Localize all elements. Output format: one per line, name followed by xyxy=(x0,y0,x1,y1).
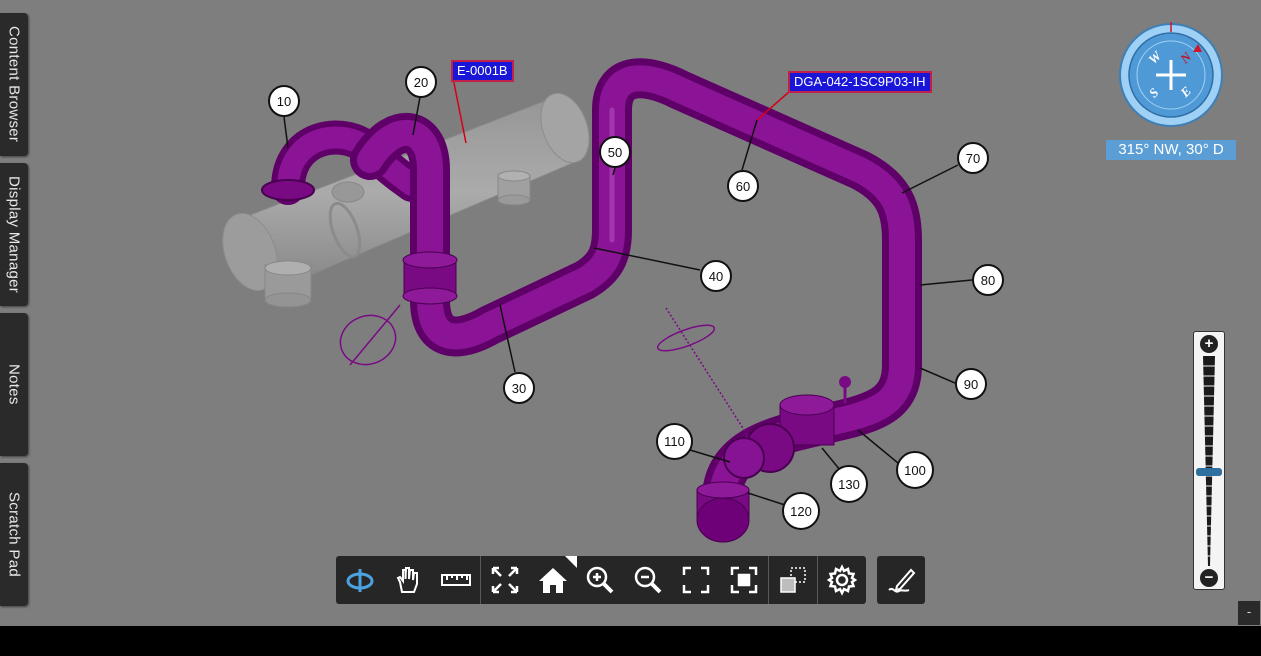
status-bar xyxy=(0,626,1261,656)
zoom-plus-button[interactable]: + xyxy=(1200,335,1218,353)
tab-content-browser-label: Content Browser xyxy=(5,26,23,143)
transparency-button[interactable] xyxy=(769,556,817,604)
markup-pen-icon xyxy=(888,568,916,593)
callout-30[interactable]: 30 xyxy=(503,372,535,404)
zoom-thumb[interactable] xyxy=(1196,467,1222,476)
tab-scratch-pad[interactable]: Scratch Pad xyxy=(0,463,28,606)
zoom-track[interactable] xyxy=(1201,356,1217,566)
callout-120[interactable]: 120 xyxy=(782,492,820,530)
home-icon xyxy=(538,568,567,593)
zoom-in-icon xyxy=(587,566,614,594)
measure-button[interactable] xyxy=(432,556,480,604)
zoom-out-button[interactable] xyxy=(624,556,672,604)
model-scene[interactable] xyxy=(0,0,1261,626)
tab-notes[interactable]: Notes xyxy=(0,313,28,456)
equipment-tag[interactable]: E-0001B xyxy=(451,60,514,82)
markup-toolbar xyxy=(877,556,925,604)
pan-button[interactable] xyxy=(384,556,432,604)
callout-20[interactable]: 20 xyxy=(405,66,437,98)
tab-display-manager[interactable]: Display Manager xyxy=(0,163,28,306)
callout-60[interactable]: 60 xyxy=(727,170,759,202)
zoom-out-icon xyxy=(635,566,662,594)
zoom-slider[interactable]: + − xyxy=(1193,331,1225,590)
focus-selection-icon xyxy=(730,566,758,594)
compass-widget[interactable]: N E S W xyxy=(1118,22,1224,128)
collapse-button[interactable]: - xyxy=(1238,601,1260,625)
zoom-minus-button[interactable]: − xyxy=(1200,569,1218,587)
markup-button[interactable] xyxy=(877,556,925,604)
tab-content-browser[interactable]: Content Browser xyxy=(0,13,28,156)
tab-display-manager-label: Display Manager xyxy=(5,175,23,294)
callout-90[interactable]: 90 xyxy=(955,368,987,400)
3d-viewport[interactable]: Content Browser Display Manager Notes Sc… xyxy=(0,0,1261,626)
orbit-button[interactable] xyxy=(336,556,384,604)
fit-all-icon xyxy=(491,566,518,594)
measure-ruler-icon xyxy=(440,574,471,586)
tab-notes-label: Notes xyxy=(5,364,23,405)
fullscreen-button[interactable] xyxy=(672,556,720,604)
selection-markers xyxy=(339,304,749,437)
tab-scratch-pad-label: Scratch Pad xyxy=(5,491,23,577)
pan-hand-icon xyxy=(396,567,418,593)
settings-button[interactable] xyxy=(818,556,866,604)
orientation-readout: 315° NW, 30° D xyxy=(1106,140,1236,160)
home-button[interactable] xyxy=(529,556,577,604)
settings-icon xyxy=(826,564,858,596)
focus-selection-button[interactable] xyxy=(720,556,768,604)
callout-80[interactable]: 80 xyxy=(972,264,1004,296)
callout-50[interactable]: 50 xyxy=(599,136,631,168)
transparency-icon xyxy=(780,567,806,593)
home-menu-indicator xyxy=(564,556,577,568)
callout-110[interactable]: 110 xyxy=(656,423,693,460)
zoom-in-button[interactable] xyxy=(577,556,625,604)
callout-10[interactable]: 10 xyxy=(268,85,300,117)
navigation-toolbar xyxy=(336,556,866,604)
orbit-icon xyxy=(346,569,374,592)
fullscreen-icon xyxy=(683,566,710,594)
callout-100[interactable]: 100 xyxy=(896,451,934,489)
callout-70[interactable]: 70 xyxy=(957,142,989,174)
line-tag[interactable]: DGA-042-1SC9P03-IH xyxy=(788,71,932,93)
fit-all-button[interactable] xyxy=(481,556,529,604)
callout-40[interactable]: 40 xyxy=(700,260,732,292)
callout-130[interactable]: 130 xyxy=(830,465,868,503)
